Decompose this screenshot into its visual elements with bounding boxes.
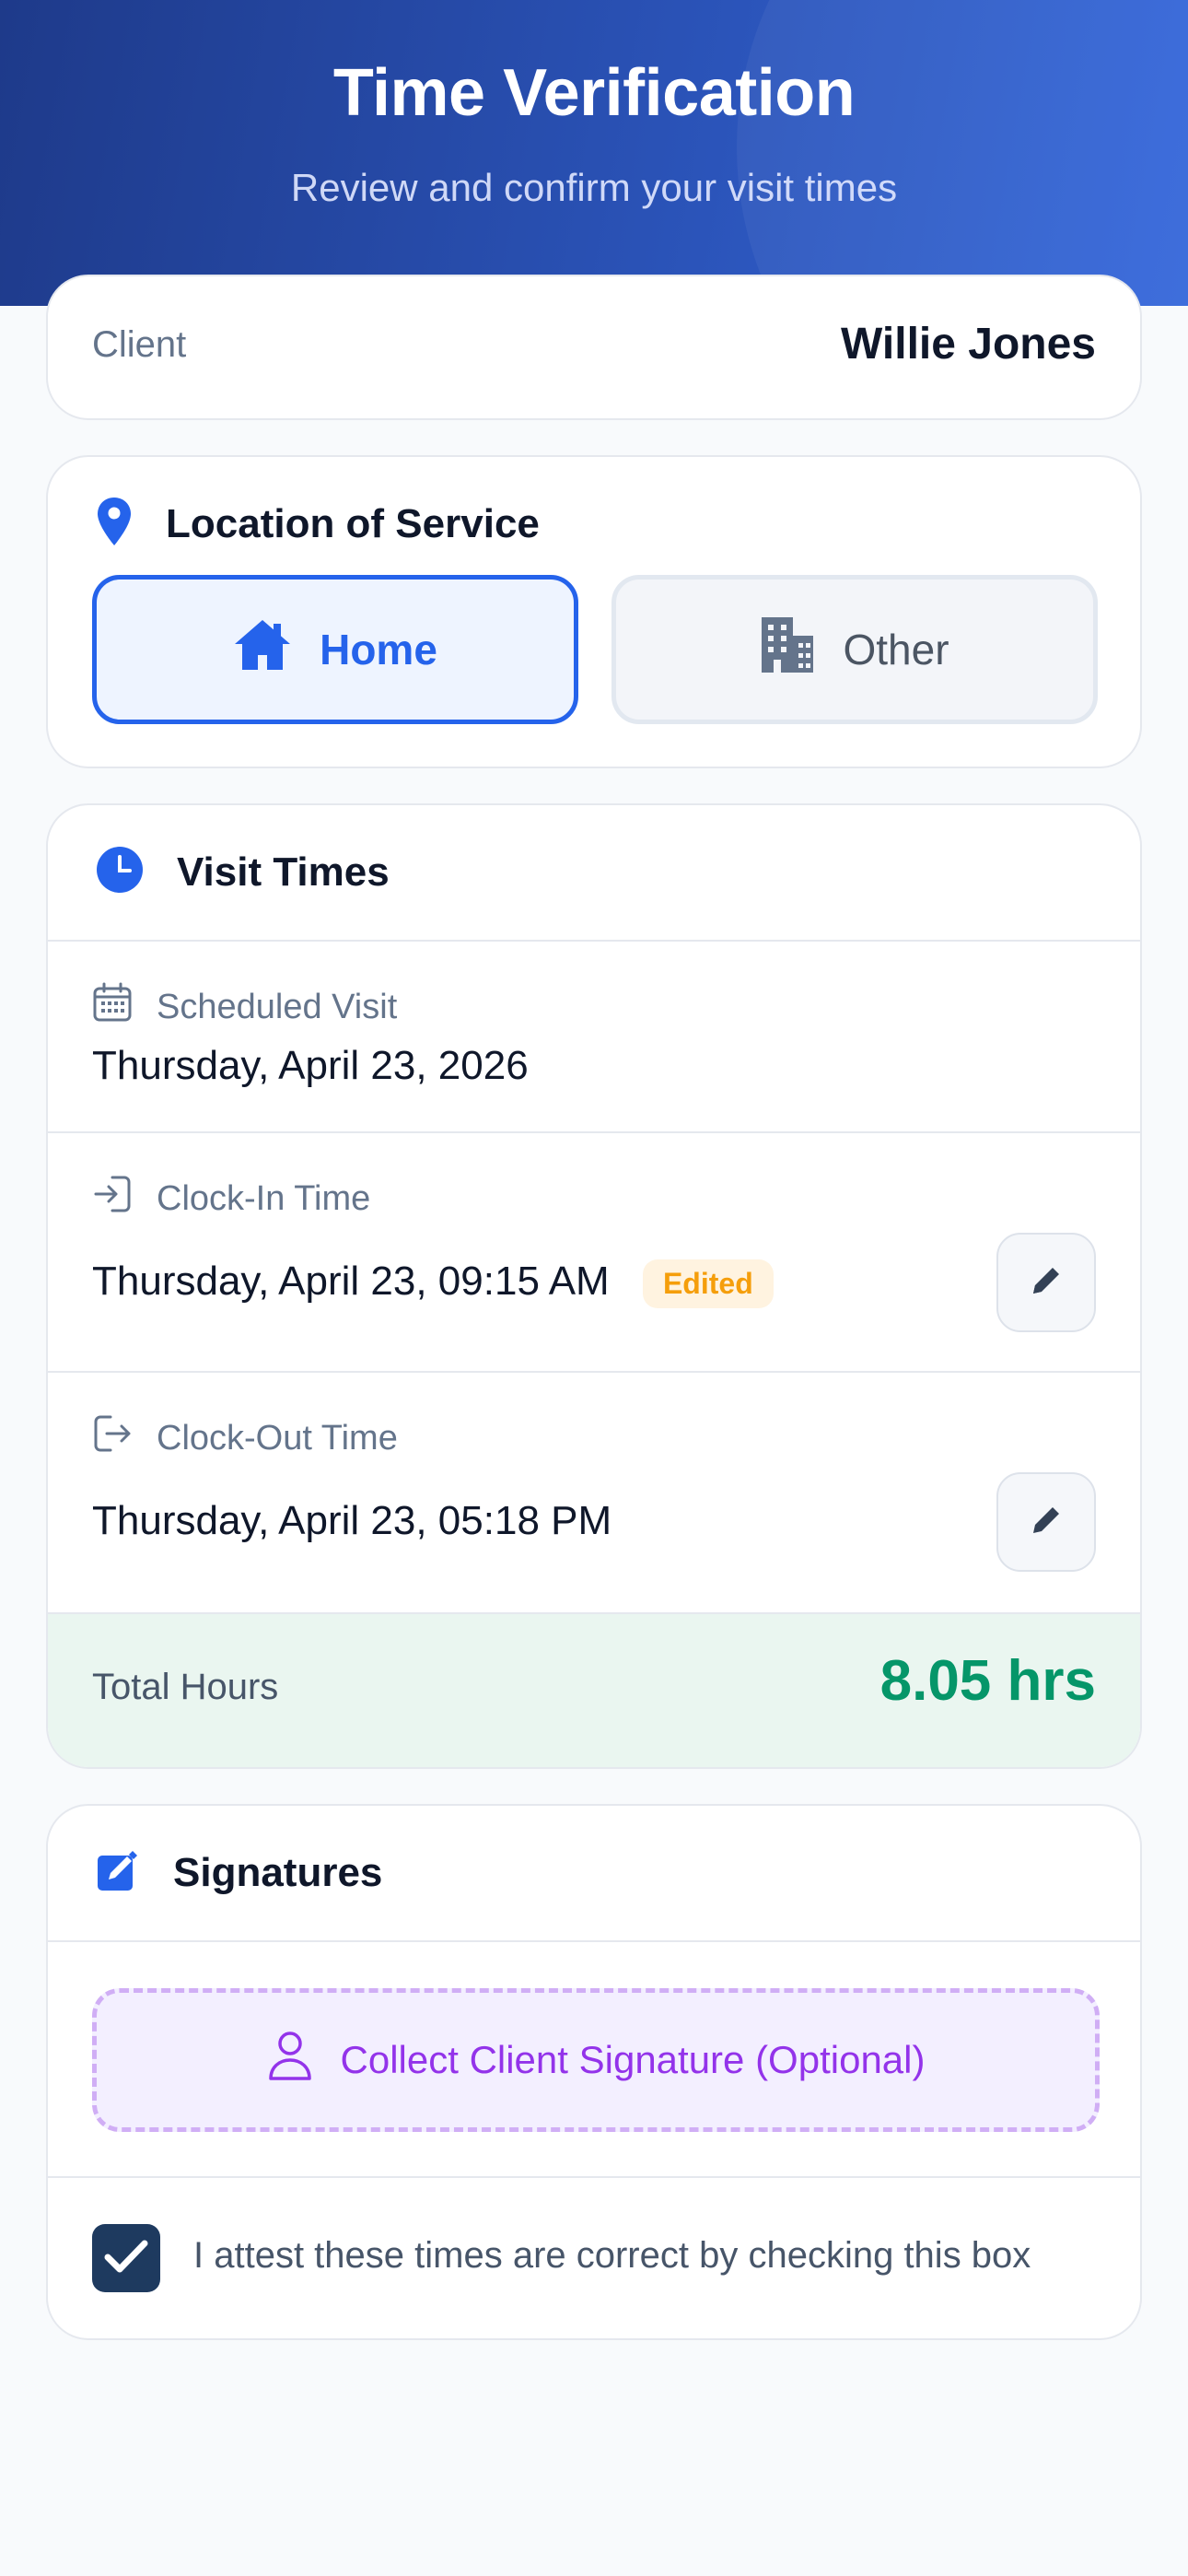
building-icon [760,615,815,685]
pencil-icon [1028,1262,1065,1304]
edit-clock-out-button[interactable] [996,1472,1096,1572]
attest-checkbox[interactable] [92,2224,160,2292]
page-header: Time Verification Review and confirm you… [0,0,1188,306]
client-card: Client Willie Jones [46,275,1142,420]
clock-icon [96,846,144,898]
collect-signature-button[interactable]: Collect Client Signature (Optional) [92,1988,1100,2132]
logout-icon [92,1413,133,1463]
total-hours-label: Total Hours [92,1667,279,1707]
clock-in-label: Clock-In Time [157,1178,371,1218]
login-icon [92,1174,133,1224]
scheduled-visit-label-row: Scheduled Visit [92,982,397,1032]
clock-in-value: Thursday, April 23, 09:15 AM [92,1259,610,1304]
attest-label[interactable]: I attest these times are correct by chec… [193,2235,1031,2277]
header-decoration [737,0,1188,306]
clock-out-label: Clock-Out Time [157,1418,398,1458]
location-other-button[interactable]: Other [611,575,1098,724]
divider [48,1131,1140,1133]
visit-times-header: Visit Times [96,846,390,898]
location-home-button[interactable]: Home [92,575,578,724]
clock-out-label-row: Clock-Out Time [92,1413,398,1463]
clock-in-label-row: Clock-In Time [92,1174,370,1224]
signatures-title: Signatures [173,1849,383,1895]
divider [48,1940,1140,1942]
user-icon [267,2030,313,2090]
clock-in-value-row: Thursday, April 23, 09:15 AM Edited [92,1259,774,1308]
collect-signature-label: Collect Client Signature (Optional) [340,2038,926,2081]
divider [48,1371,1140,1373]
edit-square-icon [96,1848,140,1897]
page-subtitle: Review and confirm your visit times [290,166,898,209]
check-icon [103,2238,149,2279]
edited-badge: Edited [642,1259,774,1308]
edit-clock-in-button[interactable] [996,1233,1096,1332]
signatures-header: Signatures [96,1848,382,1897]
location-card: Location of Service Home Other [46,455,1142,768]
calendar-icon [92,982,133,1032]
location-header: Location of Service [96,496,540,552]
scheduled-visit-label: Scheduled Visit [157,987,398,1026]
map-pin-icon [96,496,133,552]
clock-out-value: Thursday, April 23, 05:18 PM [92,1498,612,1543]
divider [48,2176,1140,2178]
client-name: Willie Jones [841,320,1096,369]
location-title: Location of Service [166,500,540,546]
divider [48,940,1140,942]
visit-times-title: Visit Times [177,849,390,895]
client-label: Client [92,324,187,365]
home-icon [233,618,292,682]
total-hours-value: 8.05 hrs [879,1649,1096,1713]
pencil-icon [1028,1502,1065,1543]
scheduled-visit-value: Thursday, April 23, 2026 [92,1043,529,1088]
location-other-label: Other [843,626,949,673]
visit-times-card: Visit Times Scheduled Visit Thursday, Ap… [46,803,1142,1769]
page-title: Time Verification [332,56,856,130]
signatures-card: Signatures Collect Client Signature (Opt… [46,1804,1142,2340]
location-home-label: Home [320,626,437,673]
